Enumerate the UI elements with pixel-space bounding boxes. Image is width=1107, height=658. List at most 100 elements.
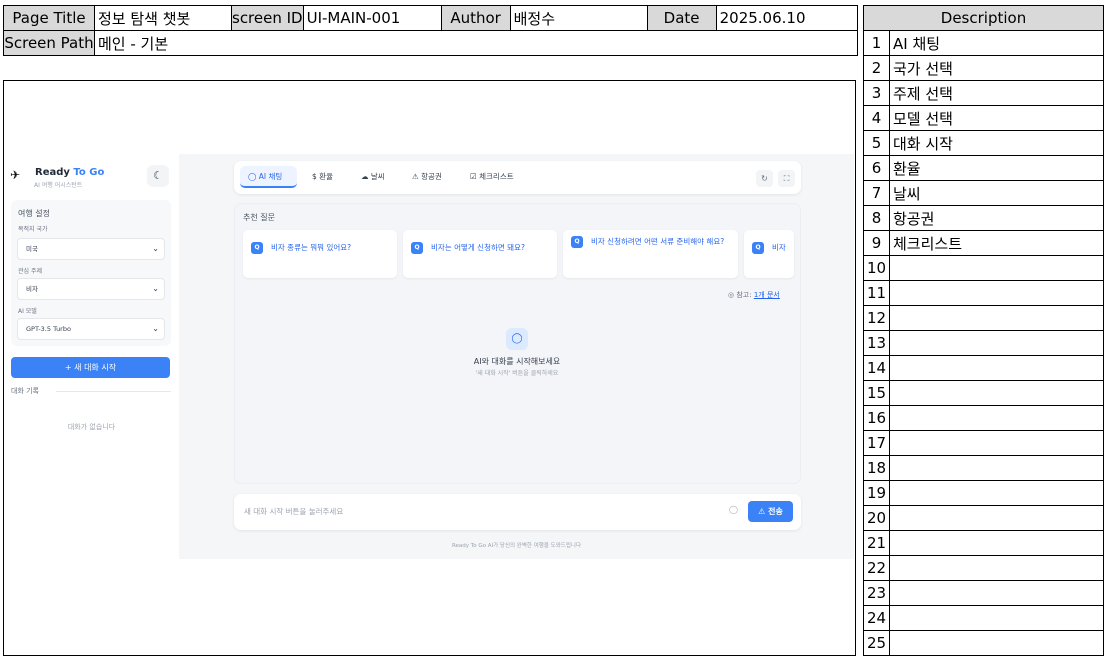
suggestion-card[interactable]: Q 비자 종류는 뭐뭐 있어요? xyxy=(243,230,397,278)
model-select-value: GPT-3.5 Turbo xyxy=(26,325,71,333)
description-row-text xyxy=(889,505,1104,531)
description-row: 3 주제 선택 xyxy=(863,80,1104,106)
tab-ai-chat[interactable]: ◯ AI 채팅 xyxy=(248,171,282,182)
description-row: 17 xyxy=(863,430,1104,456)
description-row-text: 날씨 xyxy=(889,180,1104,206)
description-row-number: 2 xyxy=(863,55,890,81)
tab-ai-chat-label: AI 채팅 xyxy=(258,172,283,181)
model-select[interactable]: GPT-3.5 Turbo ⌄ xyxy=(17,318,165,340)
description-row-text xyxy=(889,280,1104,306)
description-row: 10 xyxy=(863,255,1104,281)
tab-exchange[interactable]: $ 환율 xyxy=(312,171,333,182)
description-table: Description 1 AI 채팅 2 국가 선택 3 주제 선택 4 모델 선택 5 대화 … xyxy=(863,5,1104,656)
description-row: 14 xyxy=(863,355,1104,381)
send-icon: ⚠ xyxy=(758,507,766,516)
description-row-number: 22 xyxy=(863,555,890,581)
suggestion-card[interactable]: Q 비자는 어떻게 신청하면 돼요? xyxy=(403,230,557,278)
tab-weather[interactable]: ☁ 날씨 xyxy=(361,171,385,182)
main-area: ◯ AI 채팅 $ 환율 ☁ 날씨 ⚠ 항공권 ☑ 체크리스트 ↻ ⛶ 추천 질… xyxy=(179,154,854,559)
description-row-number: 25 xyxy=(863,630,890,656)
tab-flight[interactable]: ⚠ 항공권 xyxy=(412,171,442,182)
tab-checklist-label: 체크리스트 xyxy=(479,172,514,181)
description-row-text: 대화 시작 xyxy=(889,130,1104,156)
description-row-text xyxy=(889,305,1104,331)
chat-panel: 추천 질문 Q 비자 종류는 뭐뭐 있어요? Q 비자는 어떻게 신청하면 돼요… xyxy=(234,203,801,484)
description-row: 19 xyxy=(863,480,1104,506)
chat-bubble-icon: ◯ xyxy=(729,505,738,514)
suggestion-card[interactable]: Q 비자 신청하려면 어떤 서류 준비해야 해요? xyxy=(563,230,738,278)
suggestion-card[interactable]: Q 비자 xyxy=(744,230,794,278)
description-row-number: 16 xyxy=(863,405,890,431)
app-mockup: ✈ Ready To Go AI 여행 어시스턴트 ☾ 여행 설정 목적지 국가… xyxy=(4,154,854,559)
description-row-number: 15 xyxy=(863,380,890,406)
cloud-icon: ☁ xyxy=(361,172,369,181)
description-row-number: 7 xyxy=(863,180,890,206)
topic-select[interactable]: 비자 ⌄ xyxy=(17,278,165,300)
description-row-number: 11 xyxy=(863,280,890,306)
expand-button[interactable]: ⛶ xyxy=(778,170,795,187)
suggestion-text: 비자 xyxy=(772,243,786,252)
description-row: 12 xyxy=(863,305,1104,331)
reference-link[interactable]: 1개 문서 xyxy=(754,291,780,299)
recommended-label: 추천 질문 xyxy=(243,213,275,222)
description-row-number: 21 xyxy=(863,530,890,556)
description-row-text: 주제 선택 xyxy=(889,80,1104,106)
description-row: 15 xyxy=(863,380,1104,406)
description-row-number: 12 xyxy=(863,305,890,331)
clipboard-icon: ☑ xyxy=(470,172,477,181)
description-row-number: 5 xyxy=(863,130,890,156)
info-icon: ◎ xyxy=(728,291,735,299)
country-select[interactable]: 미국 ⌄ xyxy=(17,238,165,260)
description-row-text xyxy=(889,630,1104,656)
country-label: 목적지 국가 xyxy=(18,226,48,233)
description-row-number: 24 xyxy=(863,605,890,631)
description-row: 11 xyxy=(863,280,1104,306)
screen-path-label: Screen Path xyxy=(3,30,95,56)
travel-settings-panel: 여행 설정 목적지 국가 미국 ⌄ 관심 주제 비자 ⌄ AI 모델 GPT-3… xyxy=(11,200,171,346)
question-icon: Q xyxy=(571,236,583,248)
description-row-text xyxy=(889,580,1104,606)
history-divider xyxy=(56,391,171,392)
description-row: 4 모델 선택 xyxy=(863,105,1104,131)
description-row-text xyxy=(889,480,1104,506)
chat-bubble-icon: ◯ xyxy=(506,328,528,350)
spec-header-table: Page Title 정보 탐색 챗봇 screen ID UI-MAIN-00… xyxy=(3,5,858,56)
description-row: 22 xyxy=(863,555,1104,581)
reference-note: ◎ 참고: 1개 문서 xyxy=(728,290,780,300)
screen-path-value: 메인 - 기본 xyxy=(94,30,858,56)
description-row-number: 23 xyxy=(863,580,890,606)
send-label: 전송 xyxy=(768,507,783,516)
description-row-text xyxy=(889,255,1104,281)
refresh-button[interactable]: ↻ xyxy=(756,170,773,187)
suggestion-text: 비자 신청하려면 어떤 서류 준비해야 해요? xyxy=(591,237,725,246)
description-row-number: 19 xyxy=(863,480,890,506)
description-row-text xyxy=(889,455,1104,481)
description-row-number: 14 xyxy=(863,355,890,381)
page-title-label: Page Title xyxy=(3,5,95,31)
author-value: 배정수 xyxy=(509,5,648,31)
footer-text: Ready To Go AI가 당신의 완벽한 여행을 도와드립니다 xyxy=(451,543,582,549)
suggestion-text: 비자는 어떻게 신청하면 돼요? xyxy=(431,243,525,252)
description-row: 5 대화 시작 xyxy=(863,130,1104,156)
empty-state-subtitle: '새 대화 시작' 버튼을 클릭하세요 xyxy=(475,370,559,377)
message-input[interactable]: 새 대화 시작 버튼을 눌러주세요 xyxy=(244,506,343,517)
question-icon: Q xyxy=(251,242,263,254)
description-row-number: 3 xyxy=(863,80,890,106)
description-row: 2 국가 선택 xyxy=(863,55,1104,81)
description-row-text xyxy=(889,380,1104,406)
description-row-number: 18 xyxy=(863,455,890,481)
tab-checklist[interactable]: ☑ 체크리스트 xyxy=(470,171,514,182)
description-row: 24 xyxy=(863,605,1104,631)
question-icon: Q xyxy=(411,242,423,254)
dark-mode-toggle[interactable]: ☾ xyxy=(147,165,169,187)
send-button[interactable]: ⚠ 전송 xyxy=(748,501,793,522)
brand-title: Ready To Go xyxy=(35,167,104,178)
moon-icon: ☾ xyxy=(153,169,163,182)
new-chat-button[interactable]: + 새 대화 시작 xyxy=(11,357,170,378)
topic-select-value: 비자 xyxy=(26,285,38,293)
page-title-value: 정보 탐색 챗봇 xyxy=(94,5,232,31)
description-row-text xyxy=(889,430,1104,456)
tab-bar: ◯ AI 채팅 $ 환율 ☁ 날씨 ⚠ 항공권 ☑ 체크리스트 ↻ ⛶ xyxy=(234,161,801,194)
description-row: 21 xyxy=(863,530,1104,556)
description-row: 16 xyxy=(863,405,1104,431)
